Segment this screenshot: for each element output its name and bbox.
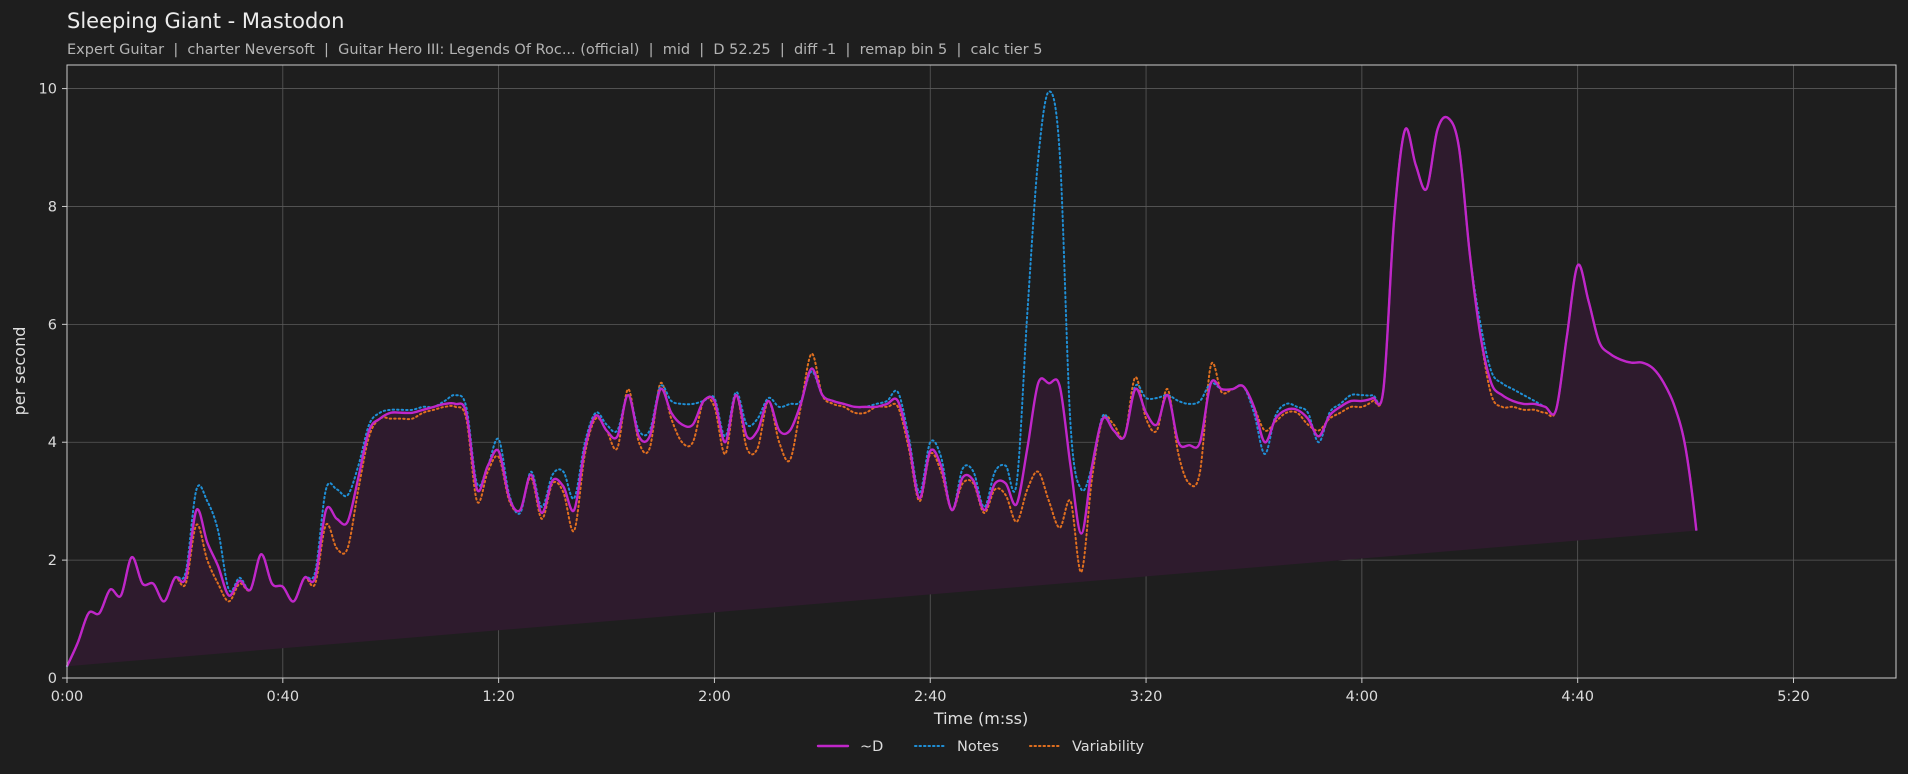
chart: Sleeping Giant - Mastodon Expert Guitar … <box>0 0 1908 774</box>
legend-label: ~D <box>860 739 883 755</box>
x-tick-label: 4:40 <box>1561 689 1594 705</box>
chart-title: Sleeping Giant - Mastodon <box>67 9 344 33</box>
y-tick-label: 4 <box>48 435 57 451</box>
y-tick-label: 10 <box>39 82 57 98</box>
x-tick-label: 1:20 <box>482 689 515 705</box>
chart-subtitle: Expert Guitar | charter Neversoft | Guit… <box>67 42 1042 58</box>
legend-label: Notes <box>957 739 999 755</box>
x-tick-label: 3:20 <box>1130 689 1163 705</box>
y-tick-label: 6 <box>48 317 57 333</box>
x-tick-label: 0:40 <box>267 689 300 705</box>
x-tick-label: 4:00 <box>1346 689 1379 705</box>
legend-label: Variability <box>1072 739 1145 755</box>
x-tick-label: 2:40 <box>914 689 947 705</box>
y-tick-label: 0 <box>48 671 57 687</box>
x-tick-label: 0:00 <box>51 689 84 705</box>
x-tick-label: 2:00 <box>698 689 731 705</box>
y-tick-label: 2 <box>48 553 57 569</box>
y-axis-label: per second <box>10 327 29 416</box>
y-tick-label: 8 <box>48 199 57 215</box>
x-axis-label: Time (m:ss) <box>933 709 1028 728</box>
legend: ~D Notes Variability <box>816 739 1145 755</box>
x-tick-label: 5:20 <box>1777 689 1810 705</box>
